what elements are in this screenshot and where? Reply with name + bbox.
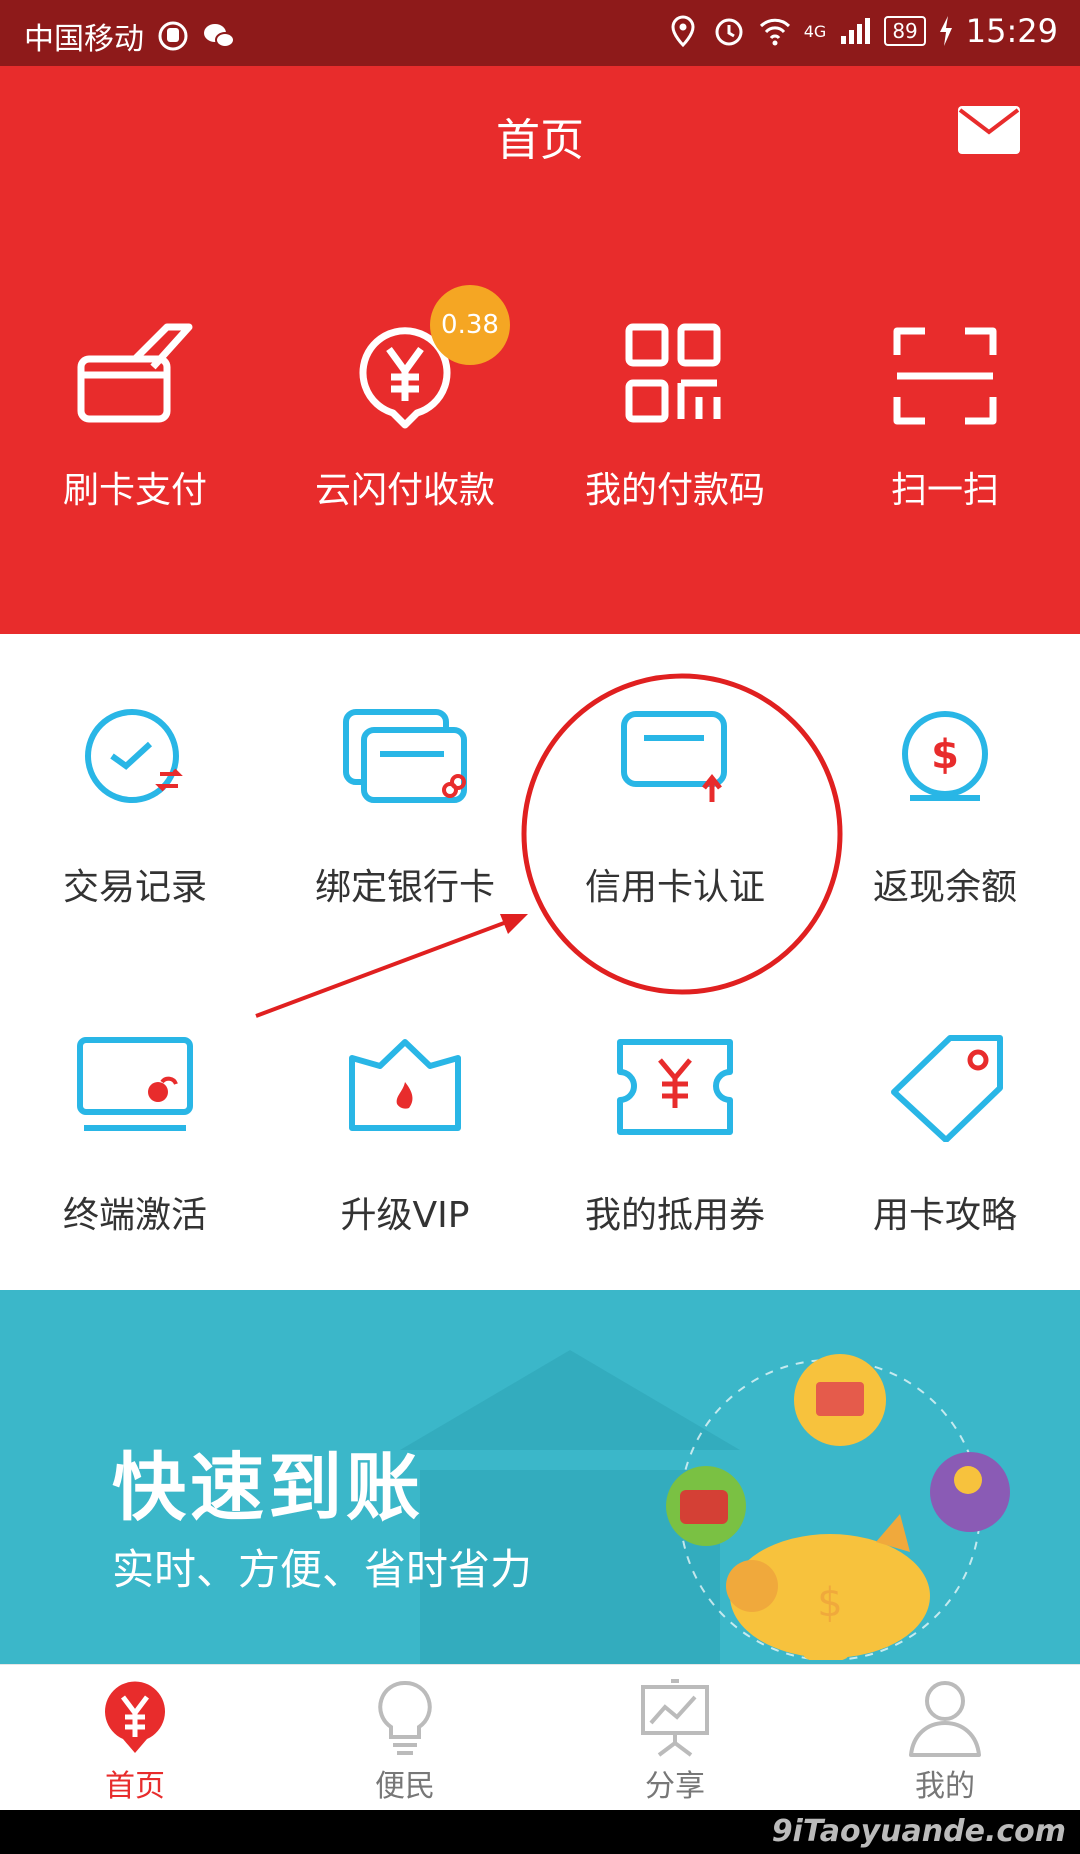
alarm-icon bbox=[715, 18, 743, 46]
wechat-icon bbox=[204, 24, 235, 48]
clock-exchange-icon bbox=[85, 709, 183, 803]
grid-label: 返现余额 bbox=[872, 867, 1017, 908]
nav-home[interactable]: 首页 bbox=[0, 1665, 270, 1810]
quick-label: 刷卡支付 bbox=[62, 470, 207, 511]
quick-label: 我的付款码 bbox=[584, 470, 765, 511]
my-payment-code-button[interactable]: 我的付款码 bbox=[540, 321, 810, 513]
crown-flame-icon bbox=[349, 1039, 461, 1131]
quick-actions: 刷卡支付 0.38 云闪付收款 我的付款码 扫一扫 bbox=[0, 285, 1080, 513]
wifi-icon bbox=[759, 18, 790, 46]
credit-card-upload-icon bbox=[621, 711, 727, 802]
nav-label: 我的 bbox=[915, 1769, 975, 1804]
scan-icon bbox=[893, 327, 997, 425]
grid-label: 升级VIP bbox=[340, 1195, 470, 1236]
quick-label: 扫一扫 bbox=[890, 470, 999, 511]
svg-text:$: $ bbox=[817, 1580, 842, 1626]
nav-profile[interactable]: 我的 bbox=[810, 1665, 1080, 1810]
grid-label: 绑定银行卡 bbox=[314, 867, 495, 908]
presentation-board-icon bbox=[641, 1679, 709, 1757]
nav-share[interactable]: 分享 bbox=[540, 1665, 810, 1810]
piggy-bank-icon: $ bbox=[666, 1354, 1010, 1660]
bottom-navigation: 首页 便民 分享 我的 bbox=[0, 1664, 1080, 1810]
system-navigation-bar: 9iTaoyuande.com bbox=[0, 1810, 1080, 1854]
clock: 15:29 bbox=[965, 12, 1058, 50]
grid-label: 终端激活 bbox=[62, 1195, 207, 1236]
grid-label: 我的抵用券 bbox=[584, 1195, 765, 1236]
swipe-card-pay-button[interactable]: 刷卡支付 bbox=[0, 321, 270, 513]
battery-level: 89 bbox=[884, 16, 926, 46]
user-icon bbox=[909, 1681, 981, 1757]
bank-cards-icon bbox=[343, 709, 467, 803]
transaction-records-button[interactable]: 交易记录 bbox=[0, 704, 270, 910]
status-bar: 中国移动 4G 89 15:29 bbox=[0, 0, 1080, 66]
network-type: 4G bbox=[803, 21, 827, 41]
dollar-coin-icon: $ bbox=[902, 711, 988, 801]
mail-icon[interactable] bbox=[958, 106, 1020, 154]
cashback-balance-button[interactable]: $ 返现余额 bbox=[810, 704, 1080, 910]
card-guide-button[interactable]: 用卡攻略 bbox=[810, 1032, 1080, 1238]
upgrade-vip-button[interactable]: 升级VIP bbox=[270, 1032, 540, 1238]
price-tag-icon bbox=[891, 1035, 1003, 1142]
credit-card-verify-button[interactable]: 信用卡认证 bbox=[540, 704, 810, 910]
location-icon bbox=[671, 15, 695, 48]
grid-label: 交易记录 bbox=[62, 867, 207, 908]
page-title: 首页 bbox=[496, 115, 584, 166]
banner-title: 快速到账 bbox=[112, 1445, 424, 1531]
my-coupons-button[interactable]: 我的抵用券 bbox=[540, 1032, 810, 1238]
banner-subtitle: 实时、方便、省时省力 bbox=[112, 1545, 533, 1594]
nav-convenience[interactable]: 便民 bbox=[270, 1665, 540, 1810]
yuan-ticket-icon bbox=[617, 1039, 733, 1135]
terminal-activation-button[interactable]: 终端激活 bbox=[0, 1032, 270, 1238]
yuan-pin-icon bbox=[105, 1681, 165, 1753]
signal-icon bbox=[841, 18, 871, 44]
function-grid: 交易记录 绑定银行卡 信用卡认证 $ 返现余额 终端激活 升级VIP 我的抵用券… bbox=[0, 634, 1080, 1290]
svg-text:$: $ bbox=[931, 732, 959, 778]
charging-icon bbox=[939, 16, 952, 46]
nav-label: 分享 bbox=[645, 1769, 705, 1804]
promo-banner[interactable]: 快速到账 实时、方便、省时省力 $ bbox=[0, 1290, 1080, 1664]
watermark-text: 9iTaoyuande.com bbox=[771, 1814, 1066, 1849]
lightbulb-icon bbox=[378, 1680, 432, 1755]
nav-label: 便民 bbox=[375, 1769, 435, 1804]
bind-bank-card-button[interactable]: 绑定银行卡 bbox=[270, 704, 540, 910]
scan-button[interactable]: 扫一扫 bbox=[810, 321, 1080, 513]
hand-icon bbox=[158, 21, 188, 51]
cloud-flash-receive-button[interactable]: 0.38 云闪付收款 bbox=[270, 285, 540, 513]
qr-code-icon bbox=[625, 323, 721, 423]
grid-label: 用卡攻略 bbox=[872, 1195, 1017, 1236]
header-panel: 首页 刷卡支付 0.38 云闪付收款 我的付款码 扫一扫 bbox=[0, 66, 1080, 634]
card-swipe-icon bbox=[77, 323, 193, 423]
carrier-name: 中国移动 bbox=[24, 22, 144, 57]
quick-label: 云闪付收款 bbox=[314, 470, 495, 511]
nav-label: 首页 bbox=[105, 1769, 165, 1804]
grid-label: 信用卡认证 bbox=[584, 867, 765, 908]
amount-badge: 0.38 bbox=[430, 285, 510, 365]
monitor-unlock-icon bbox=[77, 1037, 193, 1131]
